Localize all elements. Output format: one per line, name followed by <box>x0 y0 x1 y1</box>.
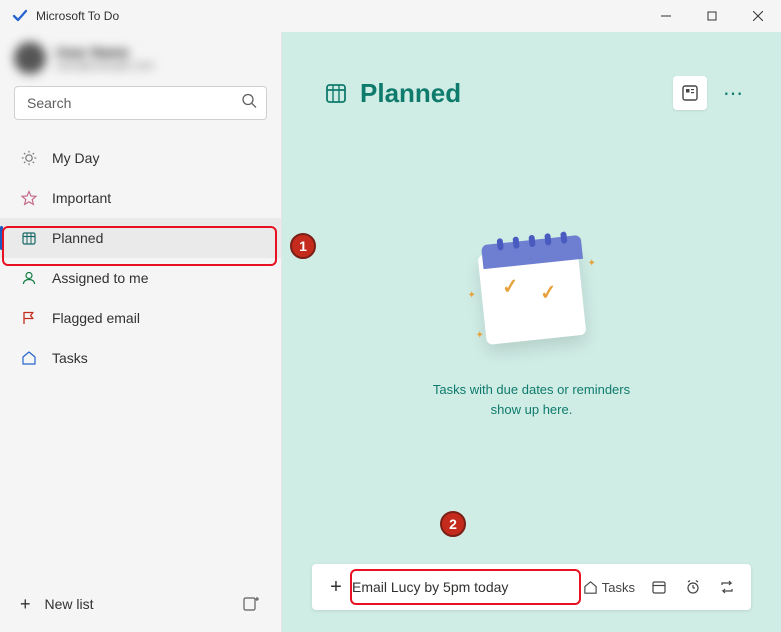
search-input[interactable] <box>14 86 267 120</box>
star-icon <box>20 190 38 206</box>
add-task-reminder-button[interactable] <box>679 572 707 602</box>
titlebar: Microsoft To Do <box>0 0 781 32</box>
add-task-repeat-button[interactable] <box>713 572 741 602</box>
minimize-button[interactable] <box>643 0 689 32</box>
close-button[interactable] <box>735 0 781 32</box>
window-controls <box>643 0 781 32</box>
person-icon <box>20 270 38 286</box>
maximize-button[interactable] <box>689 0 735 32</box>
new-group-button[interactable] <box>235 588 267 620</box>
sidebar-item-planned[interactable]: Planned <box>0 218 281 258</box>
avatar <box>14 42 46 74</box>
alarm-icon <box>685 579 701 595</box>
sidebar-item-tasks[interactable]: Tasks <box>0 338 281 378</box>
planned-header-icon <box>324 81 348 105</box>
ellipsis-icon: ⋯ <box>723 81 745 106</box>
suggestions-button[interactable] <box>673 76 707 110</box>
user-name: User Name <box>56 44 154 60</box>
home-icon <box>20 350 38 366</box>
sidebar-item-assigned[interactable]: Assigned to me <box>0 258 281 298</box>
calendar-icon <box>651 579 667 595</box>
sidebar-item-label: My Day <box>52 150 99 166</box>
new-group-icon <box>242 595 260 613</box>
sidebar-item-flagged[interactable]: Flagged email <box>0 298 281 338</box>
more-options-button[interactable]: ⋯ <box>717 76 751 110</box>
flag-icon <box>20 310 38 326</box>
app-logo-icon <box>12 8 28 24</box>
nav-list: My Day Important Planned Assigned to me … <box>0 132 281 378</box>
plus-icon: + <box>20 594 31 615</box>
add-task-list-picker[interactable]: Tasks <box>579 572 639 602</box>
sidebar-item-label: Planned <box>52 230 103 246</box>
repeat-icon <box>719 579 735 595</box>
annotation-badge-2: 2 <box>440 511 466 537</box>
add-task-list-label: Tasks <box>602 580 635 595</box>
sidebar-item-important[interactable]: Important <box>0 178 281 218</box>
sidebar-item-label: Flagged email <box>52 310 140 326</box>
sidebar-item-myday[interactable]: My Day <box>0 138 281 178</box>
add-task-plus-icon[interactable]: + <box>322 576 350 599</box>
new-list-label: New list <box>45 596 94 612</box>
empty-state: ✓✓ ✦✦✦ Tasks with due dates or reminders… <box>282 230 781 419</box>
user-email: user@example.com <box>56 60 154 72</box>
sidebar-item-label: Important <box>52 190 111 206</box>
empty-text-line1: Tasks with due dates or reminders <box>322 380 741 400</box>
new-list-button[interactable]: + New list <box>20 594 235 615</box>
main-panel: Planned ⋯ ✓✓ ✦✦✦ Tasks with due dates or… <box>282 32 781 632</box>
annotation-badge-1: 1 <box>290 233 316 259</box>
suggestions-icon <box>681 84 699 102</box>
empty-text-line2: show up here. <box>322 400 741 420</box>
sidebar-item-label: Assigned to me <box>52 270 149 286</box>
calendar-illustration-icon: ✓✓ ✦✦✦ <box>462 230 602 360</box>
sidebar-item-label: Tasks <box>52 350 88 366</box>
calendar-icon <box>20 230 38 246</box>
page-title: Planned <box>360 78 673 109</box>
sidebar: User Name user@example.com My Day Import… <box>0 32 282 632</box>
app-title: Microsoft To Do <box>36 9 643 23</box>
add-task-input[interactable] <box>350 575 579 599</box>
search-box <box>14 86 267 120</box>
search-icon <box>241 93 257 114</box>
add-task-due-date-button[interactable] <box>645 572 673 602</box>
user-account-row[interactable]: User Name user@example.com <box>0 32 281 82</box>
home-icon <box>583 580 598 595</box>
add-task-bar: + Tasks <box>312 564 751 610</box>
sun-icon <box>20 150 38 166</box>
